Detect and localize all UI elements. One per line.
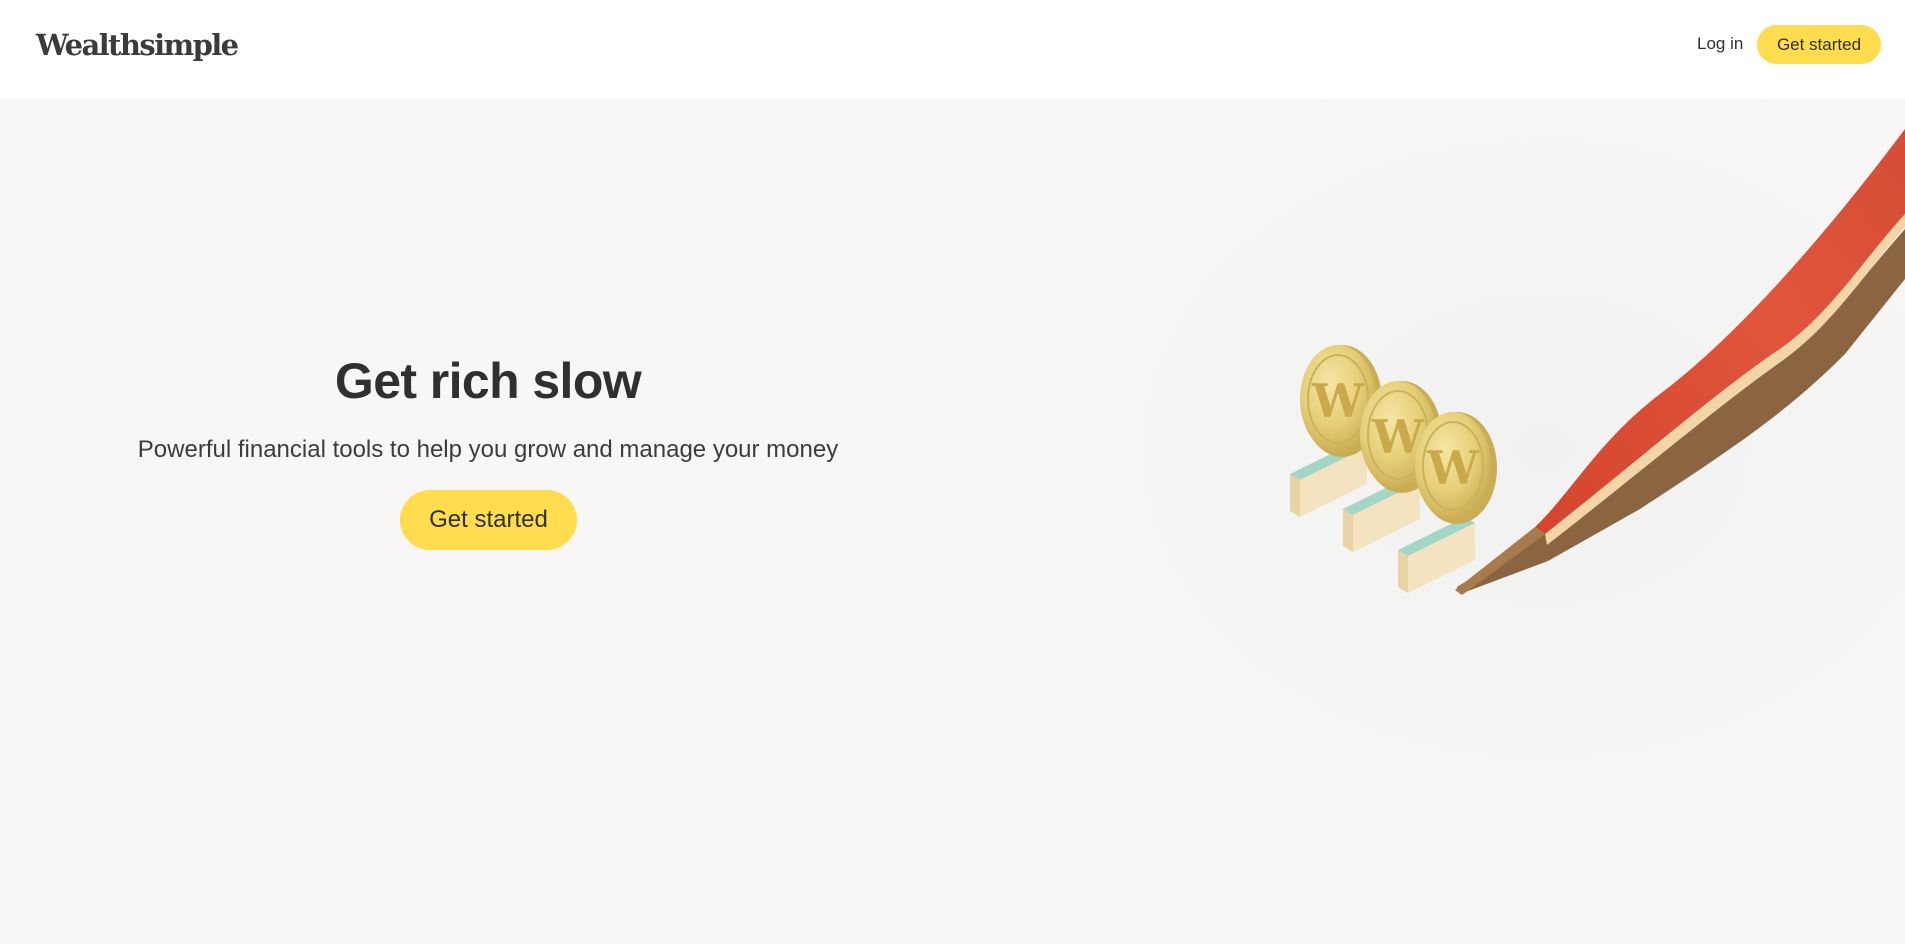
header-get-started-button[interactable]: Get started xyxy=(1757,25,1881,64)
hero-section: Get rich slow Powerful financial tools t… xyxy=(100,352,876,464)
hero-get-started-button[interactable]: Get started xyxy=(400,490,577,550)
hero-illustration: W W W xyxy=(1000,99,1905,799)
login-link[interactable]: Log in xyxy=(1697,34,1743,54)
wealthsimple-logo[interactable]: Wealthsimple xyxy=(36,28,239,62)
hero-title: Get rich slow xyxy=(334,353,642,409)
hero-subtitle: Powerful financial tools to help you gro… xyxy=(137,436,839,463)
svg-text:W: W xyxy=(1311,374,1365,428)
site-header: Wealthsimple Log in Get started xyxy=(0,0,1905,99)
svg-text:W: W xyxy=(1426,441,1480,495)
